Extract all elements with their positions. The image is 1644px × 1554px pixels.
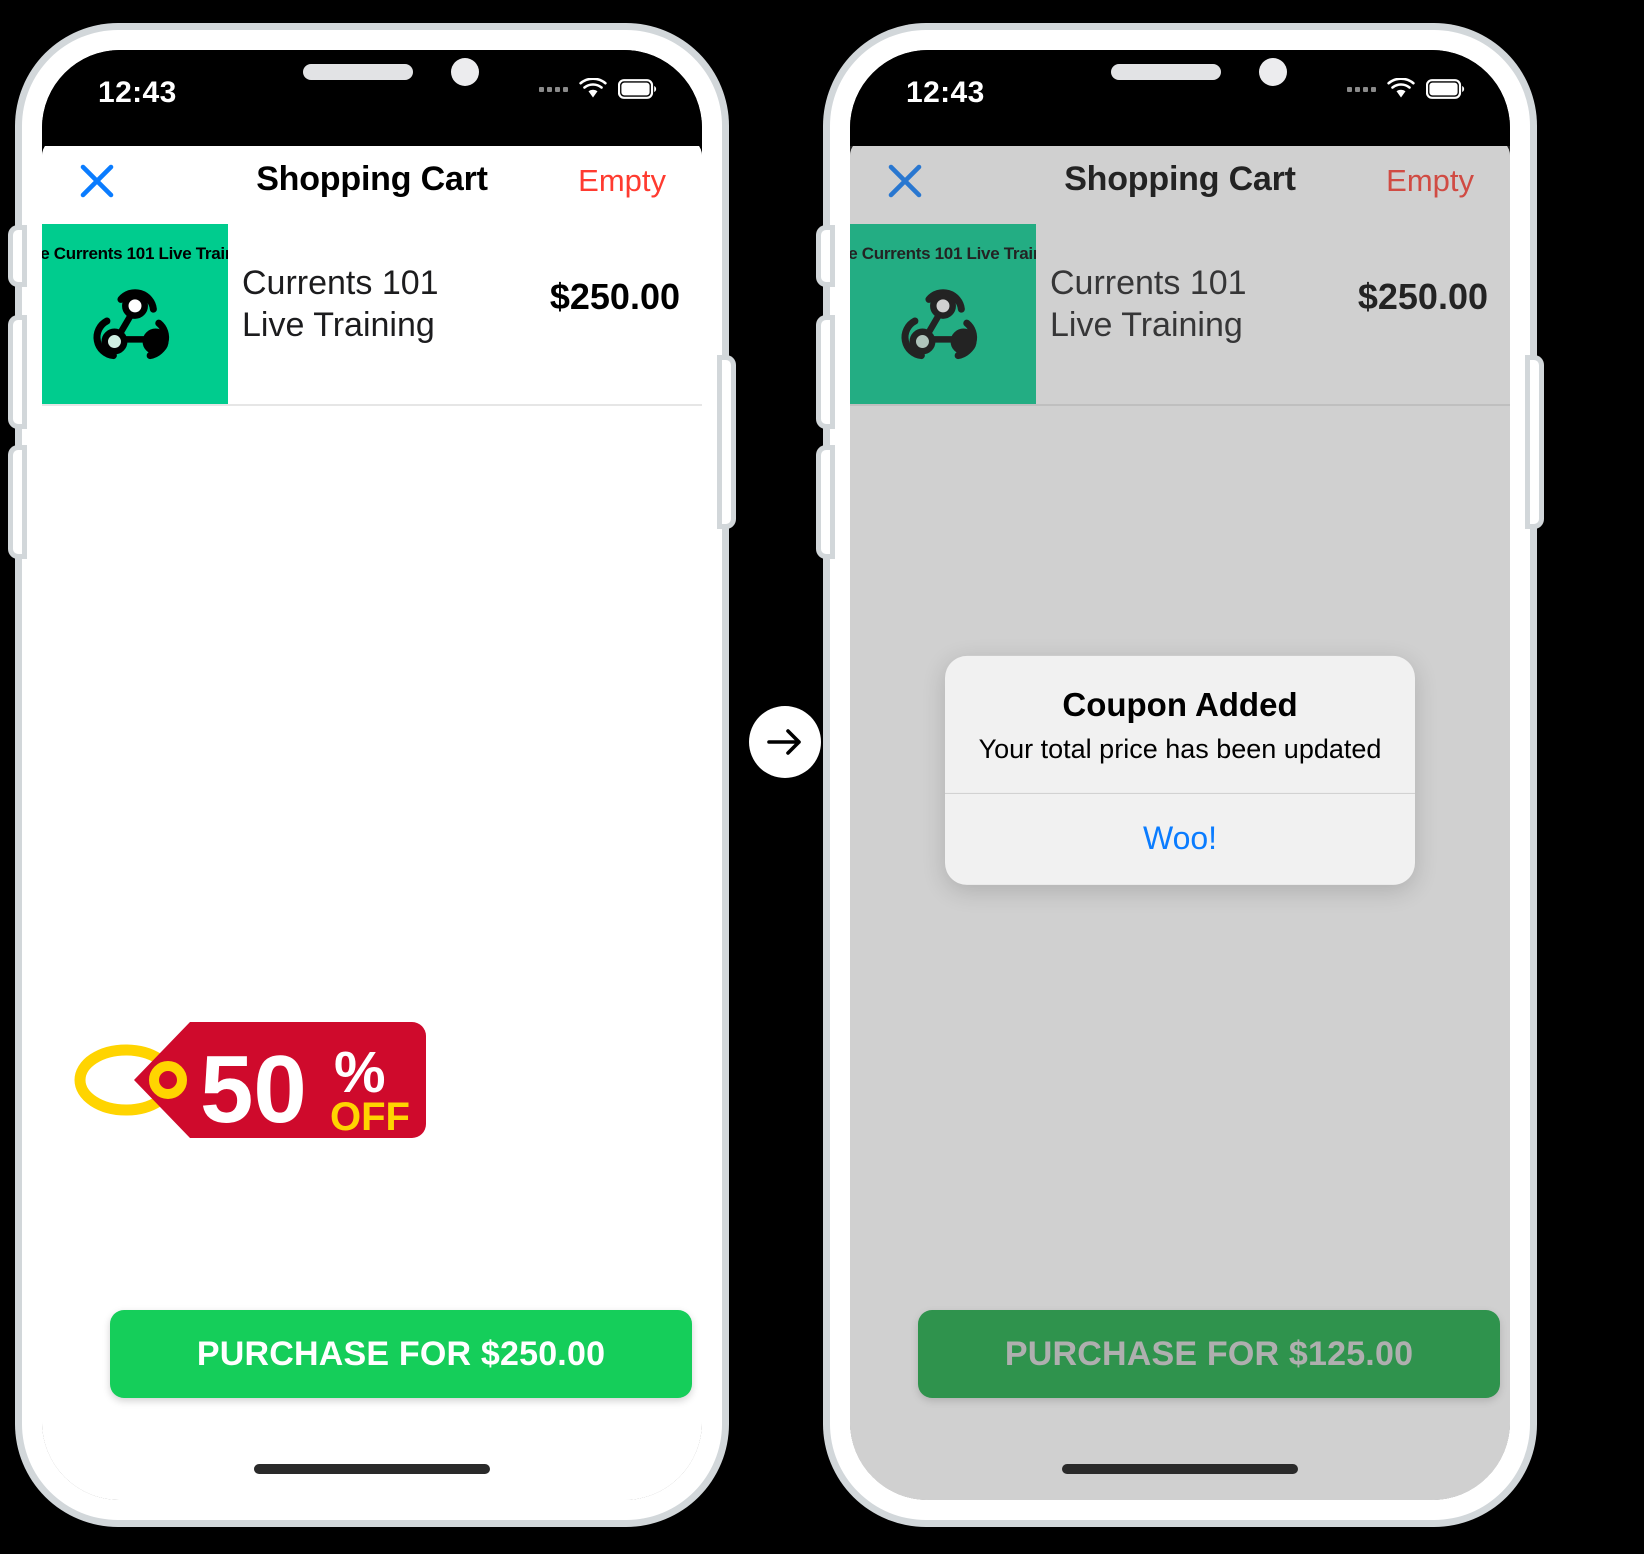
volume-up-button[interactable] (821, 320, 830, 424)
webhook-logo-icon (93, 289, 170, 360)
front-camera-icon (1259, 58, 1287, 86)
phone-screen-before: 12:43 Shopping Cart Empty e Currents 101… (42, 50, 702, 1500)
comparison-stage: 12:43 Shopping Cart Empty e Currents 101… (0, 0, 1644, 1554)
battery-icon (618, 79, 657, 99)
product-title: Currents 101 Live Training (1036, 224, 1358, 404)
status-bar-clock: 12:43 (906, 76, 985, 109)
alert-title: Coupon Added (1062, 685, 1298, 723)
mute-switch-button[interactable] (13, 230, 22, 282)
power-button[interactable] (1530, 360, 1539, 524)
cart-line-item[interactable]: ze Currents 101 Live Traini (42, 224, 702, 406)
price-tag-icon: 50 % OFF (74, 1022, 426, 1143)
coupon-added-alert: Coupon Added Your total price has been u… (945, 655, 1415, 885)
cart-navbar: Shopping Cart Empty (42, 138, 702, 224)
purchase-button[interactable]: PURCHASE FOR $250.00 (110, 1310, 692, 1398)
status-bar-clock: 12:43 (98, 76, 177, 109)
purchase-button[interactable]: PURCHASE FOR $125.00 (918, 1310, 1500, 1398)
power-button[interactable] (722, 360, 731, 524)
home-indicator[interactable] (1062, 1464, 1298, 1474)
product-title-line2: Live Training (242, 306, 435, 344)
product-thumbnail: ze Currents 101 Live Traini (42, 224, 228, 404)
volume-up-button[interactable] (13, 320, 22, 424)
cart-body-after: PURCHASE FOR $125.00 (850, 406, 1510, 1500)
empty-cart-button[interactable]: Empty (1386, 163, 1474, 199)
coupon-percent-value: 50 (200, 1036, 307, 1143)
arrow-right-icon (767, 729, 801, 755)
phone-mockup-before: 12:43 Shopping Cart Empty e Currents 101… (13, 30, 731, 1520)
product-price: $250.00 (1357, 276, 1488, 317)
cellular-dots-icon (1347, 86, 1376, 92)
transition-arrow-badge (749, 706, 821, 778)
thumbnail-caption: ze Currents 101 Live Traini (42, 244, 228, 263)
product-title: Currents 101 Live Training (228, 224, 550, 404)
product-price: $250.00 (549, 276, 680, 317)
status-bar-indicators (1347, 78, 1466, 100)
volume-down-button[interactable] (821, 450, 830, 554)
phone-notch (207, 50, 537, 106)
cart-navbar: Shopping Cart Empty (850, 138, 1510, 224)
phone-screen-after: 12:43 Shopping Cart Empty e Currents 101… (850, 50, 1510, 1500)
home-indicator[interactable] (254, 1464, 490, 1474)
product-thumbnail: ze Currents 101 Live Traini (850, 224, 1036, 404)
alert-confirm-button[interactable]: Woo! (945, 794, 1415, 885)
earpiece-speaker (1111, 64, 1221, 80)
product-title-line1: Currents 101 (242, 264, 439, 302)
cellular-dots-icon (539, 86, 568, 92)
cart-body-before: 50 % OFF PURCHASE FOR $250.00 (42, 406, 702, 1500)
product-title-line1: Currents 101 (1050, 264, 1247, 302)
status-bar-indicators (539, 78, 658, 100)
cart-sheet-before: Shopping Cart Empty ze Currents 101 Live… (42, 138, 702, 1500)
front-camera-icon (451, 58, 479, 86)
thumbnail-caption: ze Currents 101 Live Traini (850, 244, 1036, 263)
phone-notch (1015, 50, 1345, 106)
wifi-icon (1387, 78, 1415, 98)
mute-switch-button[interactable] (821, 230, 830, 282)
earpiece-speaker (303, 64, 413, 80)
product-title-line2: Live Training (1050, 306, 1243, 344)
webhook-logo-icon (901, 289, 978, 360)
phone-mockup-after: 12:43 Shopping Cart Empty e Currents 101… (821, 30, 1539, 1520)
alert-content: Coupon Added Your total price has been u… (945, 656, 1415, 793)
battery-icon (1426, 79, 1465, 99)
alert-message: Your total price has been updated (978, 733, 1382, 764)
cart-line-item[interactable]: ze Currents 101 Live Traini (850, 224, 1510, 406)
empty-cart-button[interactable]: Empty (578, 163, 666, 199)
volume-down-button[interactable] (13, 450, 22, 554)
coupon-off-label: OFF (330, 1095, 410, 1139)
wifi-icon (579, 78, 607, 98)
